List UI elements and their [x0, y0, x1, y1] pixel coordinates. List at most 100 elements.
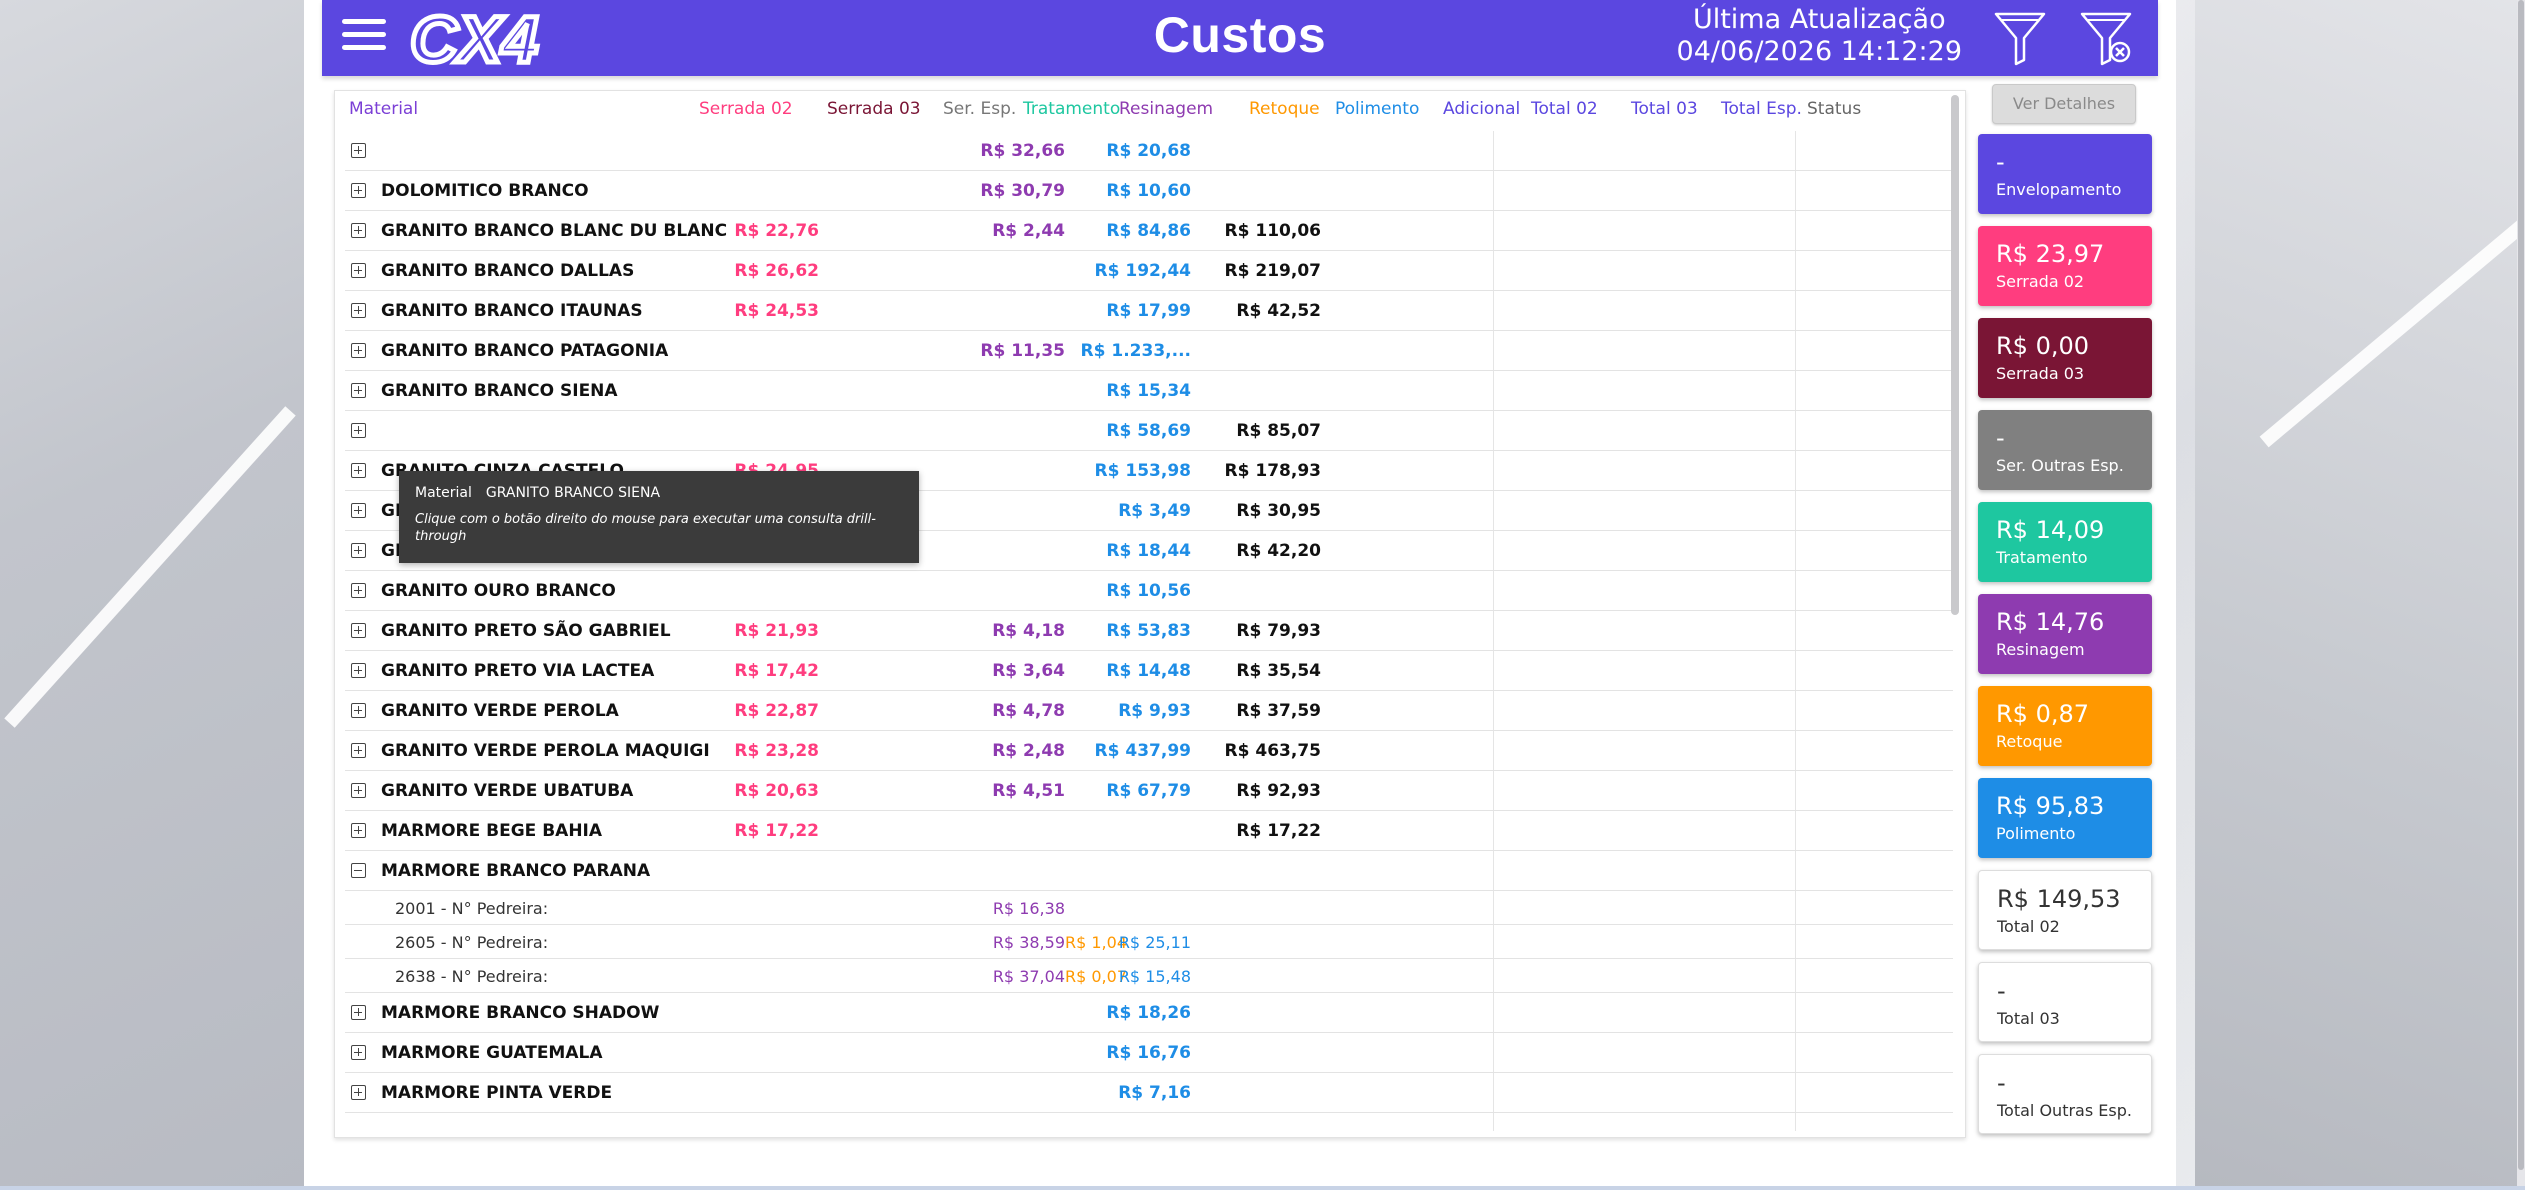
table-row[interactable]: R$ 58,69 R$ 85,07 — [345, 411, 1953, 451]
expand-icon[interactable] — [351, 543, 366, 558]
table-row[interactable]: GRANITO PRETO SÃO GABRIEL R$ 21,93 R$ 4,18… — [345, 611, 1953, 651]
expand-icon[interactable] — [351, 703, 366, 718]
table-subrow[interactable]: 2638 - N° Pedreira: R$ 37,04 R$ 0,07 R$ 15,… — [345, 959, 1953, 993]
kpi-card[interactable]: - Total Outras Esp. — [1978, 1054, 2152, 1134]
kpi-card[interactable]: - Envelopamento — [1978, 134, 2152, 214]
material-name: MARMORE GUATEMALA — [381, 1043, 603, 1063]
cell-polimento: R$ 192,44 — [1094, 261, 1191, 281]
column-header-total02[interactable]: Total 02 — [1531, 99, 1598, 119]
expand-icon[interactable] — [351, 783, 366, 798]
filter-icon[interactable] — [1992, 8, 2048, 66]
expand-icon[interactable] — [351, 743, 366, 758]
expand-icon[interactable] — [351, 143, 366, 158]
table-row[interactable]: GRANITO BRANCO DALLAS R$ 26,62 R$ 192,44 R$… — [345, 251, 1953, 291]
table-row[interactable]: GRANITO BRANCO BLANC DU BLANC R$ 22,76 R$ … — [345, 211, 1953, 251]
kpi-card[interactable]: - Ser. Outras Esp. — [1978, 410, 2152, 490]
kpi-card[interactable]: R$ 0,87 Retoque — [1978, 686, 2152, 766]
column-header-polimento[interactable]: Polimento — [1335, 99, 1419, 119]
expand-icon[interactable] — [351, 1045, 366, 1060]
tooltip-value: GRANITO BRANCO SIENA — [485, 485, 661, 501]
cell-polimento: R$ 18,26 — [1106, 1003, 1191, 1023]
column-header-status[interactable]: Status — [1807, 99, 1861, 119]
column-header-seresp[interactable]: Ser. Esp. — [943, 99, 1016, 119]
kpi-card[interactable]: R$ 149,53 Total 02 — [1978, 870, 2152, 950]
table-row[interactable]: GRANITO BRANCO PATAGONIA R$ 11,35 R$ 1.233… — [345, 331, 1953, 371]
expand-icon[interactable] — [351, 583, 366, 598]
kpi-card[interactable]: R$ 14,09 Tratamento — [1978, 502, 2152, 582]
column-header-totalesp[interactable]: Total Esp. — [1721, 99, 1802, 119]
cell-polimento: R$ 3,49 — [1118, 501, 1191, 521]
cell-polimento: R$ 7,16 — [1118, 1083, 1191, 1103]
clear-filter-icon[interactable] — [2078, 8, 2134, 66]
expand-icon[interactable] — [351, 183, 366, 198]
table-scrollbar[interactable] — [1951, 95, 1959, 1135]
column-header-serrada02[interactable]: Serrada 02 — [699, 99, 793, 119]
expand-icon[interactable] — [351, 623, 366, 638]
expand-icon[interactable] — [351, 263, 366, 278]
expand-icon[interactable] — [351, 303, 366, 318]
table-row[interactable]: GRANITO OURO BRANCO R$ 10,56 — [345, 571, 1953, 611]
expand-icon[interactable] — [351, 1005, 366, 1020]
column-header-retoque[interactable]: Retoque — [1249, 99, 1320, 119]
expand-icon[interactable] — [351, 503, 366, 518]
table-row[interactable]: MARMORE PINTA VERDE R$ 7,16 — [345, 1073, 1953, 1113]
page-scrollbar[interactable] — [2517, 0, 2525, 1190]
cell-total02: R$ 178,93 — [1224, 461, 1321, 481]
column-header-resinagem[interactable]: Resinagem — [1119, 99, 1213, 119]
expand-icon[interactable] — [351, 223, 366, 238]
column-header-total03[interactable]: Total 03 — [1631, 99, 1698, 119]
kpi-value: R$ 14,09 — [1996, 516, 2105, 544]
material-name: DOLOMITICO BRANCO — [381, 181, 589, 201]
kpi-card[interactable]: R$ 23,97 Serrada 02 — [1978, 226, 2152, 306]
last-update-value: 04/06/2026 14:12:29 — [1676, 36, 1962, 67]
cell-polimento: R$ 437,99 — [1094, 741, 1191, 761]
expand-icon[interactable] — [351, 1085, 366, 1100]
table-row[interactable]: GRANITO PRETO VIA LACTEA R$ 17,42 R$ 3,64 R… — [345, 651, 1953, 691]
kpi-card[interactable]: R$ 0,00 Serrada 03 — [1978, 318, 2152, 398]
expand-icon[interactable] — [351, 463, 366, 478]
expand-icon[interactable] — [351, 423, 366, 438]
cost-table: Material Serrada 02 Serrada 03 Ser. Esp. Tra… — [334, 90, 1966, 1138]
table-row[interactable]: MARMORE BEGE BAHIA R$ 17,22 R$ 17,22 — [345, 811, 1953, 851]
cell-polimento: R$ 17,99 — [1106, 301, 1191, 321]
table-subrow[interactable]: 2001 - N° Pedreira: R$ 16,38 — [345, 891, 1953, 925]
material-name: GRANITO BRANCO BLANC DU BLANC — [381, 221, 728, 241]
page-scrollbar-thumb[interactable] — [2518, 0, 2524, 1170]
table-row[interactable]: DOLOMITICO BRANCO R$ 30,79 R$ 10,60 — [345, 171, 1953, 211]
cell-polimento: R$ 1.233,... — [1080, 341, 1191, 361]
cell-polimento: R$ 67,79 — [1106, 781, 1191, 801]
material-name: GRANITO VERDE UBATUBA — [381, 781, 634, 801]
cell-resinagem: R$ 16,38 — [992, 899, 1065, 918]
table-row[interactable]: GRANITO BRANCO SIENA R$ 15,34 — [345, 371, 1953, 411]
table-scrollbar-thumb[interactable] — [1951, 95, 1959, 615]
table-row[interactable]: MARMORE BRANCO SHADOW R$ 18,26 — [345, 993, 1953, 1033]
expand-icon[interactable] — [351, 343, 366, 358]
cell-polimento: R$ 10,60 — [1106, 181, 1191, 201]
kpi-value: - — [1997, 1069, 2006, 1097]
kpi-label: Resinagem — [1996, 640, 2085, 659]
kpi-card[interactable]: R$ 95,83 Polimento — [1978, 778, 2152, 858]
kpi-value: - — [1997, 977, 2006, 1005]
table-row[interactable]: MARMORE GUATEMALA R$ 16,76 — [345, 1033, 1953, 1073]
column-header-material[interactable]: Material — [349, 99, 418, 119]
table-row[interactable]: GRANITO VERDE PEROLA MAQUIGI R$ 23,28 R$ 2… — [345, 731, 1953, 771]
expand-icon[interactable] — [351, 663, 366, 678]
collapse-icon[interactable] — [351, 863, 366, 878]
last-update-label: Última Atualização — [1692, 4, 1946, 35]
view-details-button[interactable]: Ver Detalhes — [1992, 84, 2136, 124]
kpi-card[interactable]: - Total 03 — [1978, 962, 2152, 1042]
table-row[interactable]: GRANITO VERDE PEROLA R$ 22,87 R$ 4,78 R$ 9,… — [345, 691, 1953, 731]
cell-resinagem: R$ 4,18 — [992, 621, 1065, 641]
expand-icon[interactable] — [351, 823, 366, 838]
kpi-value: R$ 149,53 — [1997, 885, 2121, 913]
table-subrow[interactable]: 2605 - N° Pedreira: R$ 38,59 R$ 1,04 R$ 25,… — [345, 925, 1953, 959]
expand-icon[interactable] — [351, 383, 366, 398]
kpi-card[interactable]: R$ 14,76 Resinagem — [1978, 594, 2152, 674]
column-header-tratamento[interactable]: Tratamento — [1023, 99, 1120, 119]
table-row[interactable]: GRANITO VERDE UBATUBA R$ 20,63 R$ 4,51 R$ 6… — [345, 771, 1953, 811]
table-row[interactable]: R$ 32,66 R$ 20,68 — [345, 131, 1953, 171]
table-row[interactable]: GRANITO BRANCO ITAUNAS R$ 24,53 R$ 17,99 R$… — [345, 291, 1953, 331]
table-row[interactable]: MARMORE BRANCO PARANA — [345, 851, 1953, 891]
column-header-adicional[interactable]: Adicional — [1443, 99, 1520, 119]
column-header-serrada03[interactable]: Serrada 03 — [827, 99, 921, 119]
